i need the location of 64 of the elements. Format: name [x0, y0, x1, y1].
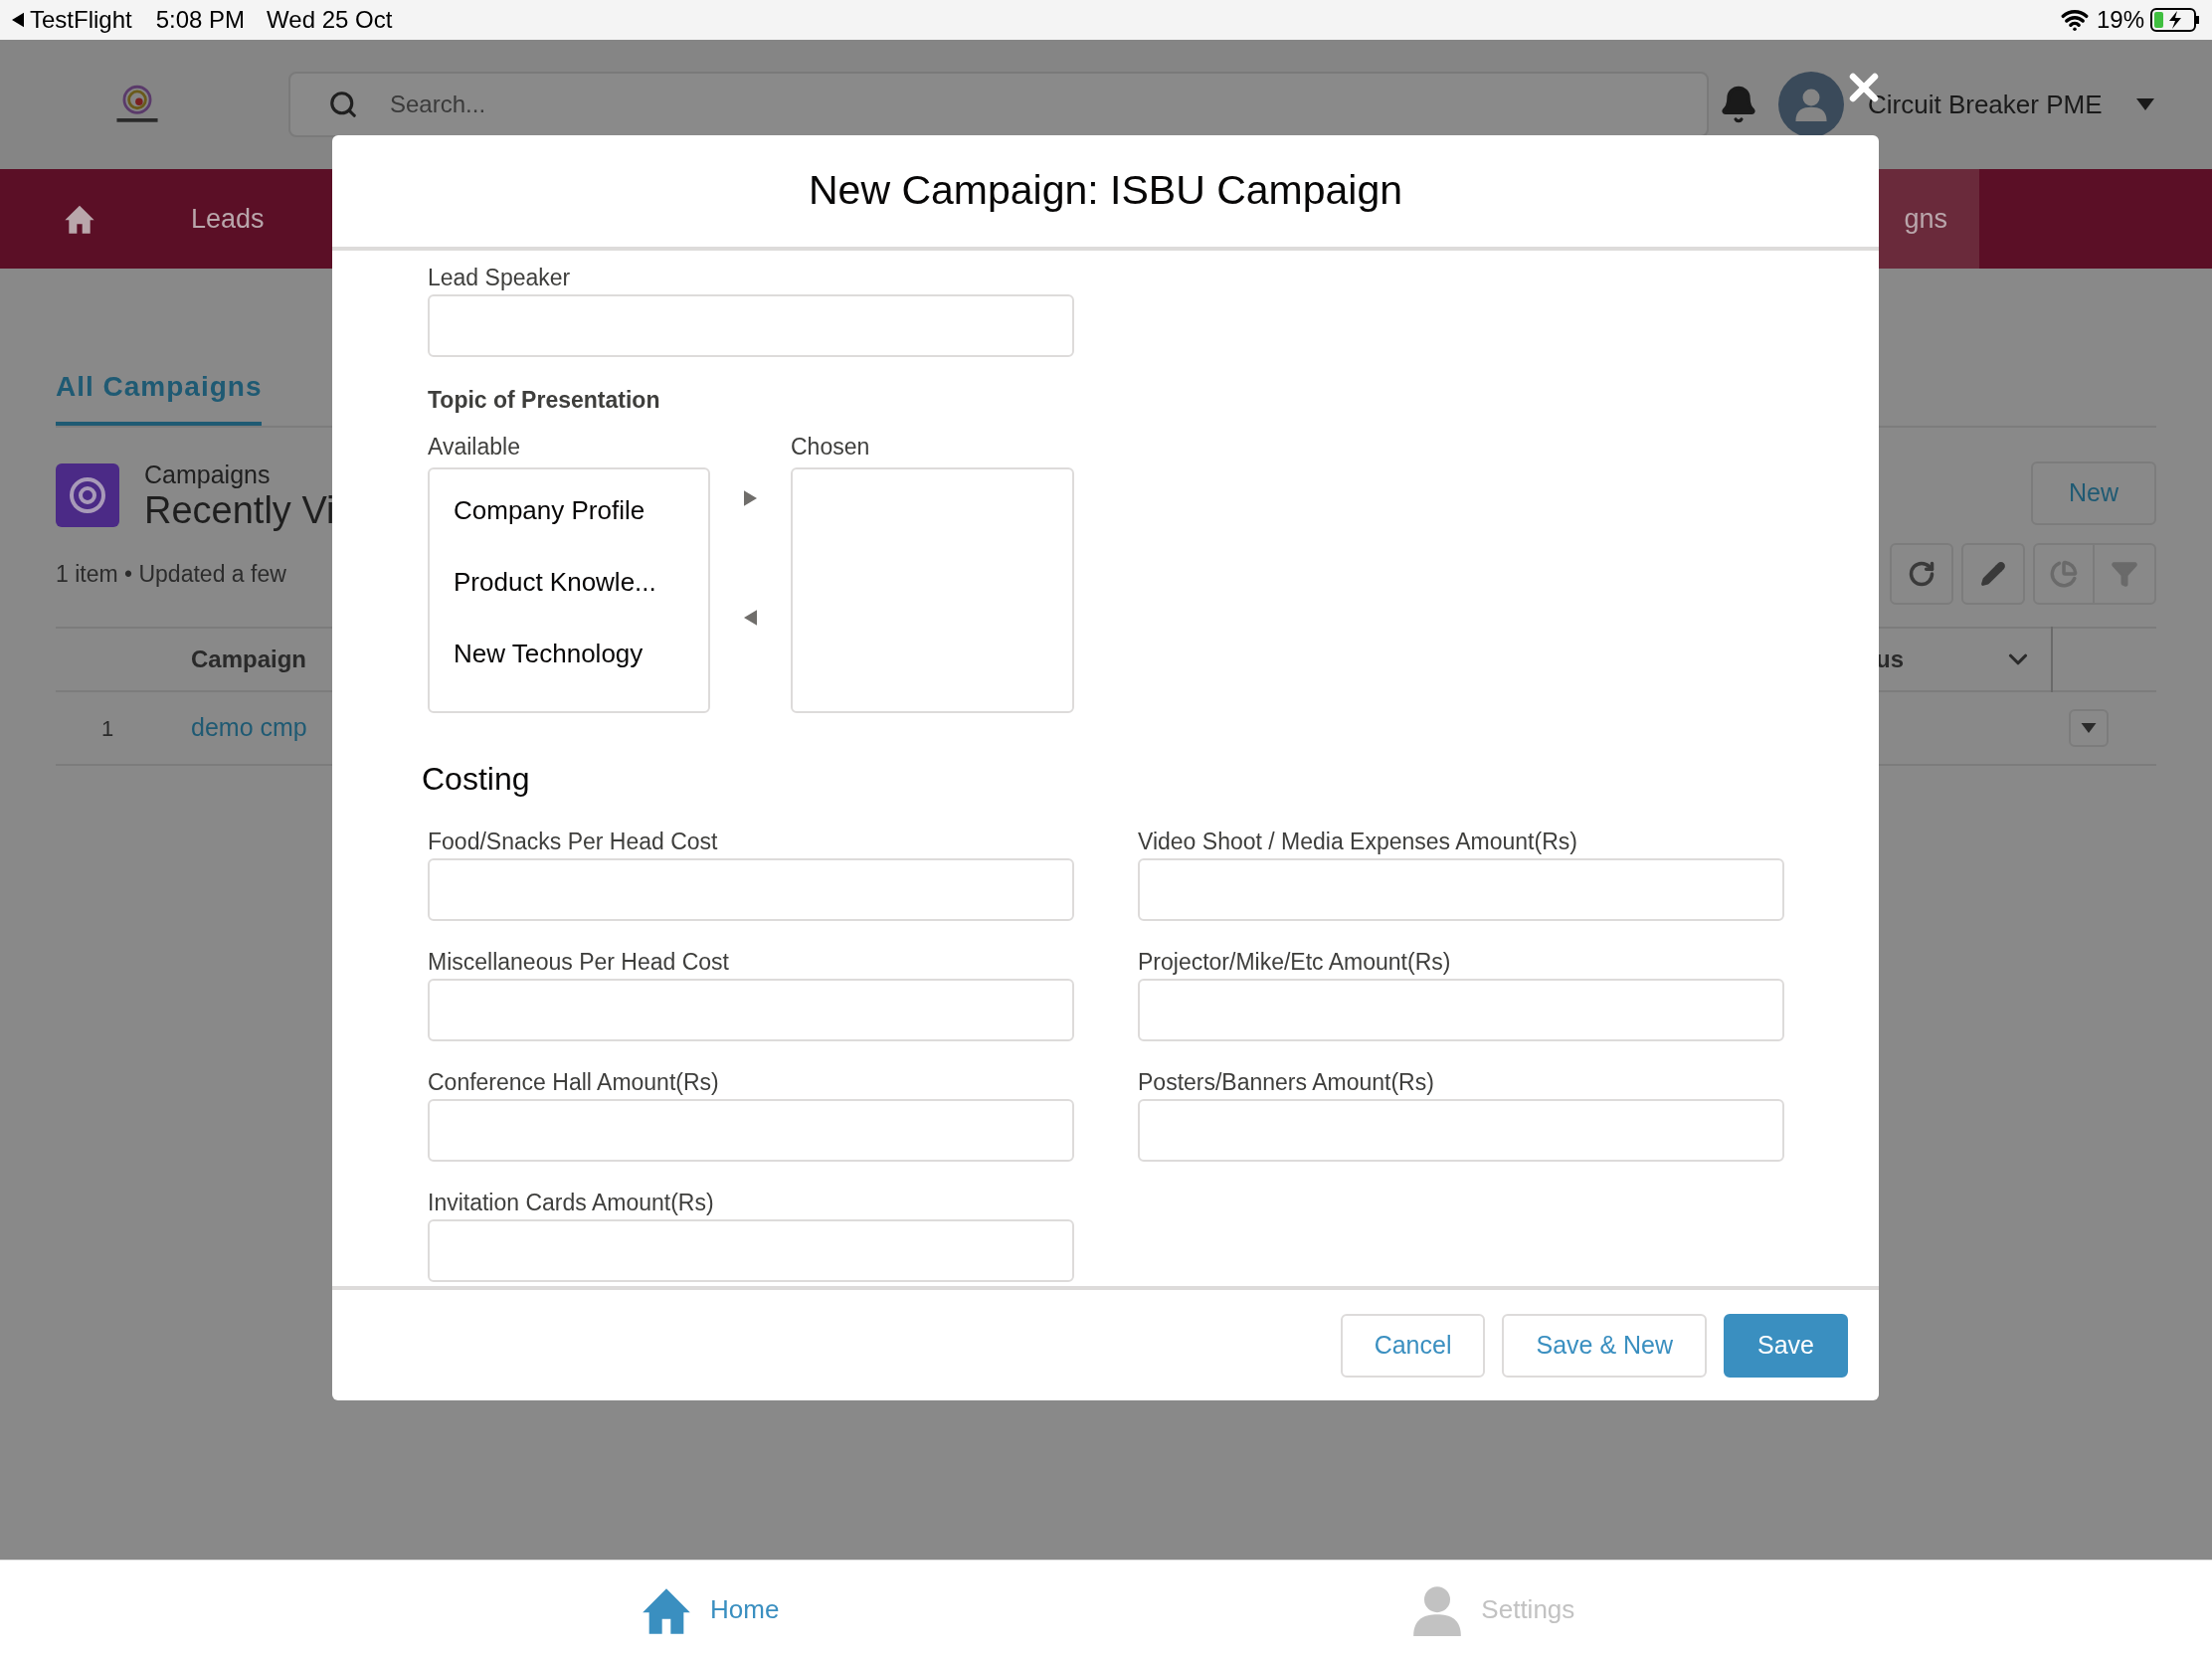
nav-tab[interactable]: Leads [159, 169, 296, 269]
input-field[interactable] [428, 1098, 1074, 1162]
status-date: Wed 25 Oct [267, 5, 393, 35]
field-label: Food/Snacks Per Head Cost [428, 827, 719, 856]
battery-icon [2150, 8, 2200, 32]
field-label: Posters/Banners Amount(Rs) [1138, 1067, 1435, 1097]
refresh-icon [1908, 560, 1936, 588]
back-app-label[interactable]: TestFlight [30, 2, 132, 38]
field-label: Projector/Mike/Etc Amount(Rs) [1138, 947, 1452, 977]
campaign-name-link[interactable]: demo cmp [191, 709, 307, 747]
section-heading: Costing [422, 759, 531, 799]
person-icon [1411, 1583, 1464, 1636]
footer-button[interactable]: Save [1724, 1313, 1848, 1378]
footer-button[interactable]: Save & New [1502, 1313, 1707, 1378]
input-field[interactable] [428, 1218, 1074, 1282]
field-label: Miscellaneous Per Head Cost [428, 947, 730, 977]
listbox-option[interactable]: Company Profile [430, 490, 708, 563]
refresh-button[interactable] [1890, 543, 1953, 605]
battery-percent: 19% [2096, 5, 2144, 35]
tab-bar-item[interactable]: Home [641, 1583, 780, 1636]
listbox-option[interactable]: New Technology [430, 634, 708, 706]
available-listbox[interactable]: Company Profile Product Knowle... New Technology [428, 466, 710, 713]
field-label: Invitation Cards Amount(Rs) [428, 1188, 715, 1217]
pencil-icon [1980, 561, 2006, 587]
modal-title: New Campaign: ISBU Campaign [808, 166, 1402, 216]
pie-chart-icon [2050, 560, 2078, 588]
status-time: 5:08 PM [155, 5, 246, 35]
input-field[interactable] [428, 294, 1074, 357]
field-label: Video Shoot / Media Expenses Amount(Rs) [1138, 827, 1578, 856]
user-name[interactable]: Circuit Breaker PME [1868, 85, 2103, 124]
caret-icon [2135, 98, 2154, 110]
field-label: Lead Speaker [428, 264, 572, 292]
search-field[interactable]: Search... [288, 72, 1709, 137]
field-label: Conference Hall Amount(Rs) [428, 1067, 720, 1097]
bell-icon[interactable] [1719, 85, 1758, 124]
column-header[interactable]: Campaign [191, 642, 306, 677]
list-meta: 1 item • Updated a few [56, 559, 286, 589]
filter-icon [2111, 560, 2138, 588]
search-placeholder: Search... [390, 90, 486, 119]
listbox-label: Available [428, 432, 521, 461]
back-icon [12, 12, 24, 28]
section-label: Topic of Presentation [428, 386, 661, 415]
listbox-option[interactable]: Product Knowle... [430, 562, 708, 635]
home-icon [64, 203, 95, 235]
list-tab[interactable]: All Campaigns [56, 366, 263, 426]
row-number: 1 [101, 714, 115, 743]
object-name: Campaigns [144, 460, 272, 489]
new-button[interactable]: New [2031, 461, 2156, 525]
caret-icon [2081, 723, 2097, 733]
search-icon [328, 90, 358, 119]
caret-icon [744, 488, 757, 507]
input-field[interactable] [1138, 978, 1784, 1041]
campaign-object-icon [56, 463, 119, 527]
person-icon [1794, 88, 1828, 121]
input-field[interactable] [428, 857, 1074, 921]
input-field[interactable] [1138, 857, 1784, 921]
row-actions-button[interactable] [2069, 709, 2109, 747]
chosen-listbox[interactable] [791, 466, 1074, 713]
caret-icon [744, 608, 757, 627]
input-field[interactable] [1138, 1098, 1784, 1162]
input-field[interactable] [428, 978, 1074, 1041]
footer-button[interactable]: Cancel [1340, 1313, 1486, 1378]
listbox-label: Chosen [791, 432, 871, 461]
edit-button[interactable] [1961, 543, 2025, 605]
